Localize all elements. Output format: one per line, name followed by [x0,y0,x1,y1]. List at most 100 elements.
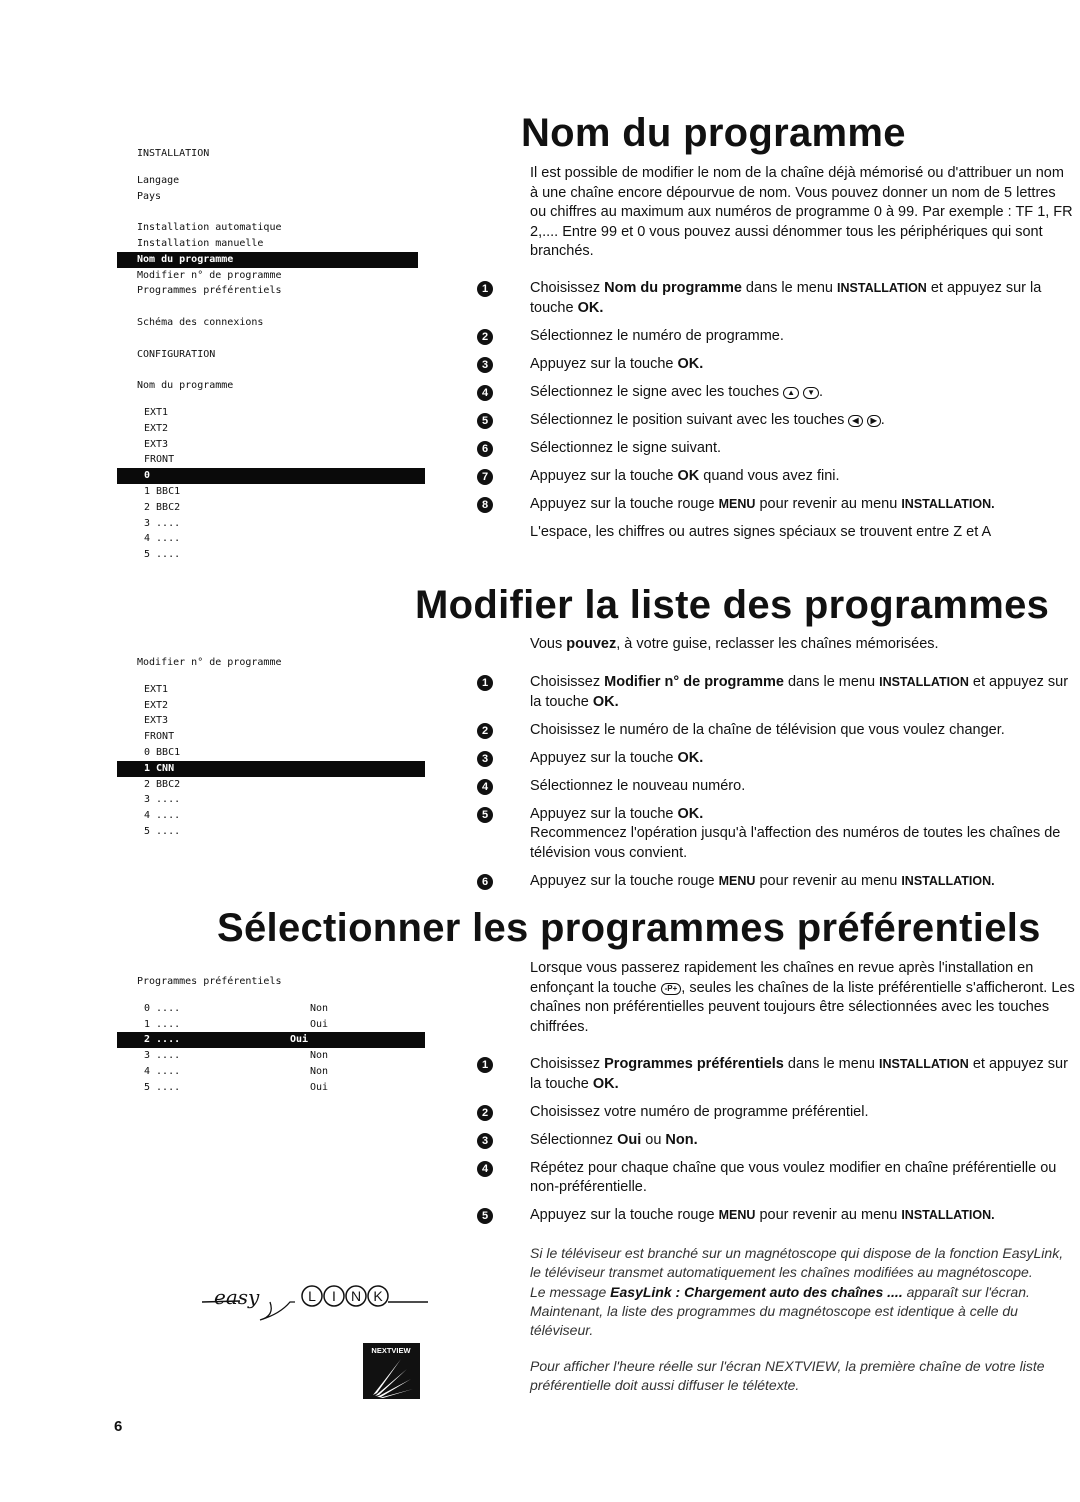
step-item: 4 Sélectionnez le signe avec les touches … [477,383,1075,403]
menu-item-value: Non [310,1065,329,1077]
section-title-program-name: Nom du programme [521,111,906,155]
program-plus-minus-key-icon: -P+ [660,982,682,995]
step-number-icon: 6 [477,873,493,890]
menu-item-label: 4 .... [144,810,181,822]
menu-item-label: Nom du programme [137,380,234,392]
text: Recommencez l'opération jusqu'à l'affect… [530,825,1061,861]
menu-item: EXT3 [137,437,425,453]
emphasis-text: EasyLink : Chargement auto des chaînes .… [610,1283,903,1300]
menu-item-label: 5 .... [144,1081,181,1093]
menu-item-label: Modifier n° de programme [137,657,282,668]
menu-item: 4 .... Non [137,1064,425,1080]
text: ou [641,1131,666,1148]
step-number-icon: 5 [477,412,493,429]
preferred-programs-menu: Programmes préférentiels 0 .... Non 1 .... O… [117,974,425,1096]
emphasis-text: pouvez [566,636,617,652]
step-list: 1 Choisissez Modifier n° de programme dan… [477,673,1075,900]
menu-item: FRONT [137,452,425,468]
step-list: 1 Choisissez Nom du programme dans le men… [477,279,1075,551]
intro-paragraph: Lorsque vous passerez rapidement les cha… [530,959,1075,1037]
text: Appuyez sur la touche rouge [530,495,719,512]
menu-item-value: Non [310,1050,329,1062]
text: , à votre guise, reclasser les chaînes m… [616,636,939,652]
menu-item: Pays [137,189,418,205]
menu-item: 1 BBC1 [137,484,425,500]
menu-item: Schéma des connexions [137,315,418,331]
text: pour revenir au menu [755,872,902,889]
note-easylink: Si le téléviseur est branché sur un magn… [530,1244,1075,1340]
svg-text:NEXTVIEW: NEXTVIEW [371,1346,411,1355]
intro-text: Lorsque vous passerez rapidement les cha… [530,959,1075,1037]
text: Vous [530,636,567,652]
menu-item-label: 5 .... [144,825,181,837]
menu-item-label: 0 [144,470,151,482]
installation-menu: INSTALLATION Langage Pays Installation auto… [117,146,425,563]
menu-item: 3 .... Non [137,1048,425,1064]
text: dans le menu [741,280,838,296]
step-item: 6 Appuyez sur la touche rouge MENU pour r… [477,872,1075,892]
menu-item-label: Schéma des connexions [137,316,264,328]
step-number-icon: 8 [477,496,493,513]
menu-item: 5 .... Oui [137,1080,425,1096]
text: pour revenir au menu [755,495,902,512]
intro-text: Vous pouvez, à votre guise, reclasser le… [530,635,1075,655]
text: dans le menu [783,674,880,690]
menu-item: 2 BBC2 [137,777,425,793]
text: Répétez pour chaque chaîne que vous voul… [530,1159,1057,1196]
menu-item-value: Oui [310,1018,329,1030]
text: Choisissez [530,674,605,690]
text: Choisissez le numéro de la chaîne de tél… [530,721,1005,738]
cursor-right-key-icon: ▶ [866,414,881,427]
emphasis-text: INSTALLATION. [901,496,995,511]
emphasis-text: MENU [718,496,756,511]
menu-item: Installation automatique [137,220,418,236]
text: Appuyez sur la touche rouge [530,1207,719,1223]
menu-item-label: Nom du programme [137,253,234,265]
emphasis-text: INSTALLATION [879,675,969,689]
menu-item-label: CONFIGURATION [137,348,216,360]
menu-item: CONFIGURATION [137,347,418,363]
menu-item: 3 .... [137,792,425,808]
emphasis-text: OK. [592,693,619,710]
svg-text:N: N [351,1288,361,1304]
menu-item: Programmes préférentiels [137,974,418,990]
section-title-preferred: Sélectionner les programmes préférentiel… [217,906,1041,950]
emphasis-text: OK. [577,299,604,316]
emphasis-text: OK. [592,1075,619,1092]
svg-text:easy: easy [214,1285,260,1309]
emphasis-text: OK [677,467,700,484]
intro-paragraph: Il est possible de modifier le nom de la… [530,164,1075,262]
menu-item: EXT3 [137,713,425,729]
menu-item-label: 2 .... [144,1034,181,1046]
menu-item-label: Installation manuelle [137,237,264,249]
emphasis-text: Programmes préférentiels [604,1056,784,1072]
text: Appuyez sur la touche rouge [530,872,719,889]
menu-item: EXT1 [137,405,425,421]
menu-item: Nom du programme [137,378,418,394]
menu-item-label: 4 .... [144,533,181,545]
step-number-icon: 3 [477,750,493,767]
emphasis-text: MENU [718,1208,756,1222]
menu-item-label: 3 .... [144,517,181,529]
step-item: 7 Appuyez sur la touche OK quand vous ave… [477,467,1075,487]
text: Il est possible de modifier le nom de la… [530,165,1073,259]
text: Sélectionnez le nouveau numéro. [530,777,746,794]
emphasis-text: Modifier n° de programme [604,674,784,690]
menu-item-label: Programmes préférentiels [137,285,282,297]
step-number-icon: 4 [477,1160,493,1177]
text: Appuyez sur la touche [530,805,678,822]
menu-item-label: 3 .... [144,1050,181,1062]
menu-item-label: EXT3 [144,438,169,450]
step-item: 5 Sélectionnez le position suivant avec l… [477,411,1075,431]
text: Sélectionnez [530,1131,618,1148]
text: Choisissez votre numéro de programme pré… [530,1103,869,1120]
emphasis-text: INSTALLATION [878,1057,969,1071]
text: Appuyez sur la touche [530,467,678,484]
menu-item-label: EXT2 [144,422,169,434]
menu-item: INSTALLATION [137,146,418,162]
step-item: 2 Choisissez votre numéro de programme pr… [477,1103,1075,1123]
menu-item-label: 1 .... [144,1018,181,1030]
svg-text:I: I [332,1288,336,1304]
step-item: L'espace, les chiffres ou autres signes … [530,523,1075,543]
note-nextview: Pour afficher l'heure réelle sur l'écran… [530,1357,1075,1396]
